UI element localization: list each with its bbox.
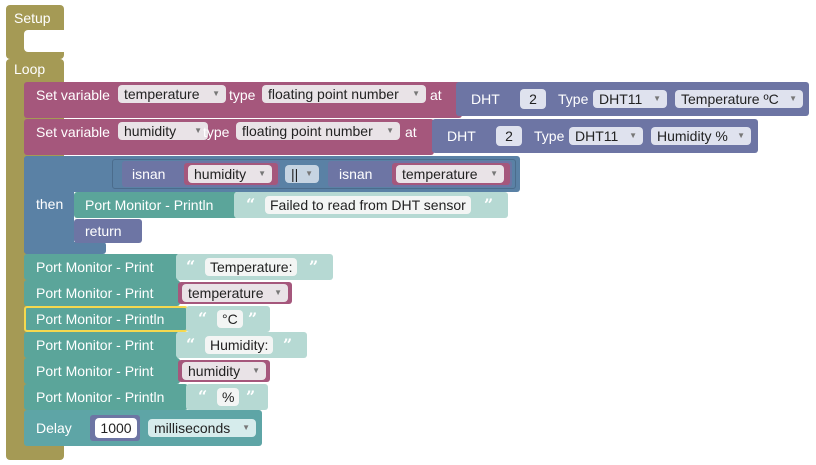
chevron-down-icon: ▼ — [737, 131, 745, 140]
return-label: return — [85, 223, 122, 239]
chevron-down-icon: ▼ — [386, 126, 394, 135]
isnan-humidity-block[interactable]: isnan humidity ▼ — [122, 161, 280, 187]
dht-type-label: Type — [558, 91, 589, 107]
println-failed-block[interactable]: Port Monitor - Println — [74, 192, 238, 218]
print-label: Port Monitor - Print — [36, 363, 154, 379]
temperature-text-block[interactable]: “ Temperature: ” — [176, 254, 333, 280]
chevron-down-icon: ▼ — [412, 89, 420, 98]
setup-label: Setup — [14, 10, 51, 26]
set-variable-humidity-block[interactable]: Set variable humidity ▼ type floating poi… — [24, 119, 434, 155]
temperature-variable-block[interactable]: temperature ▼ — [178, 282, 292, 304]
dht-temperature-block[interactable]: DHT 2 Type DHT11 ▼ Temperature ºC ▼ — [456, 82, 809, 116]
quote-close-icon: ” — [309, 257, 319, 276]
humidity-variable-dropdown[interactable]: humidity ▼ — [118, 122, 208, 140]
chevron-down-icon: ▼ — [629, 131, 637, 140]
chevron-down-icon: ▼ — [653, 94, 661, 103]
percent-text-field[interactable]: % — [217, 388, 240, 406]
type-dropdown[interactable]: floating point number ▼ — [236, 122, 400, 140]
humidity-variable-block[interactable]: humidity ▼ — [184, 163, 278, 185]
print-label: Port Monitor - Print — [36, 285, 154, 301]
print-temperature-var-block[interactable]: Port Monitor - Print — [24, 280, 180, 306]
then-label: then — [36, 196, 64, 212]
quote-open-icon: “ — [186, 257, 196, 276]
chevron-down-icon: ▼ — [252, 366, 260, 375]
type-dropdown[interactable]: floating point number ▼ — [262, 85, 426, 103]
type-label: type — [203, 124, 230, 140]
temperature-variable-dropdown[interactable]: temperature ▼ — [396, 165, 504, 183]
dht-pin-input[interactable]: 2 — [496, 126, 522, 146]
dht-pin-input[interactable]: 2 — [520, 89, 546, 109]
delay-unit-dropdown[interactable]: milliseconds ▼ — [148, 419, 256, 437]
quote-close-icon: ” — [248, 309, 258, 328]
chevron-down-icon: ▼ — [242, 423, 250, 432]
isnan-temperature-block[interactable]: isnan temperature ▼ — [328, 161, 512, 187]
isnan-label: isnan — [132, 166, 166, 182]
dht-humidity-block[interactable]: DHT 2 Type DHT11 ▼ Humidity % ▼ — [432, 119, 758, 153]
set-variable-label: Set variable — [36, 124, 110, 140]
chevron-down-icon: ▼ — [258, 169, 266, 178]
dht-model-dropdown[interactable]: DHT11 ▼ — [569, 127, 643, 145]
humidity-variable-dropdown[interactable]: humidity ▼ — [182, 362, 266, 380]
print-temperature-label-block[interactable]: Port Monitor - Print — [24, 254, 180, 280]
temperature-text-field[interactable]: Temperature: — [205, 258, 298, 276]
chevron-down-icon: ▼ — [789, 94, 797, 103]
chevron-down-icon: ▼ — [490, 169, 498, 178]
delay-label: Delay — [36, 420, 72, 436]
dht-type-label: Type — [534, 128, 565, 144]
delay-number-block[interactable]: 1000 — [90, 415, 140, 441]
humidity-text-field[interactable]: Humidity: — [205, 336, 274, 354]
temperature-variable-block[interactable]: temperature ▼ — [392, 163, 510, 185]
print-humidity-var-block[interactable]: Port Monitor - Print — [24, 358, 180, 384]
dht-label: DHT — [471, 91, 500, 107]
quote-close-icon: ” — [246, 387, 256, 406]
or-operator-dropdown[interactable]: || ▼ — [285, 165, 319, 183]
dht-measure-dropdown[interactable]: Temperature ºC ▼ — [675, 90, 803, 108]
println-celsius-block[interactable]: Port Monitor - Println — [24, 306, 188, 332]
chevron-down-icon: ▼ — [212, 89, 220, 98]
println-label: Port Monitor - Println — [36, 311, 165, 327]
at-label: at — [405, 124, 417, 140]
print-label: Port Monitor - Print — [36, 337, 154, 353]
return-block[interactable]: return — [74, 219, 142, 243]
set-variable-label: Set variable — [36, 87, 110, 103]
quote-open-icon: “ — [198, 309, 208, 328]
loop-label: Loop — [14, 61, 46, 77]
dht-model-dropdown[interactable]: DHT11 ▼ — [593, 90, 667, 108]
celsius-text-field[interactable]: °C — [217, 310, 243, 328]
quote-close-icon: ” — [484, 195, 494, 214]
delay-block[interactable]: Delay 1000 milliseconds ▼ — [24, 410, 262, 446]
println-label: Port Monitor - Println — [85, 197, 214, 213]
quote-open-icon: “ — [198, 387, 208, 406]
humidity-variable-dropdown[interactable]: humidity ▼ — [188, 165, 272, 183]
temperature-variable-dropdown[interactable]: temperature ▼ — [182, 284, 288, 302]
delay-value-input[interactable]: 1000 — [95, 418, 137, 438]
print-humidity-label-block[interactable]: Port Monitor - Print — [24, 332, 180, 358]
failed-text-block[interactable]: “ Failed to read from DHT sensor ” — [234, 192, 508, 218]
temperature-variable-dropdown[interactable]: temperature ▼ — [118, 85, 226, 103]
isnan-label: isnan — [339, 166, 373, 182]
quote-open-icon: “ — [186, 335, 196, 354]
dht-label: DHT — [447, 128, 476, 144]
chevron-down-icon: ▼ — [274, 288, 282, 297]
quote-open-icon: “ — [246, 195, 256, 214]
dht-measure-dropdown[interactable]: Humidity % ▼ — [651, 127, 751, 145]
humidity-variable-block[interactable]: humidity ▼ — [178, 360, 270, 382]
percent-text-block[interactable]: “ % ” — [186, 384, 268, 410]
if-bottom — [24, 242, 106, 254]
print-label: Port Monitor - Print — [36, 259, 154, 275]
humidity-text-block[interactable]: “ Humidity: ” — [176, 332, 307, 358]
failed-message-field[interactable]: Failed to read from DHT sensor — [265, 196, 471, 214]
setup-inner-gap — [24, 30, 64, 52]
println-percent-block[interactable]: Port Monitor - Println — [24, 384, 188, 410]
chevron-down-icon: ▼ — [194, 126, 202, 135]
type-label: type — [229, 87, 256, 103]
set-variable-temperature-block[interactable]: Set variable temperature ▼ type floating … — [24, 82, 462, 118]
println-label: Port Monitor - Println — [36, 389, 165, 405]
quote-close-icon: ” — [283, 335, 293, 354]
celsius-text-block[interactable]: “ °C ” — [186, 306, 270, 332]
at-label: at — [430, 87, 442, 103]
chevron-down-icon: ▼ — [305, 169, 313, 178]
